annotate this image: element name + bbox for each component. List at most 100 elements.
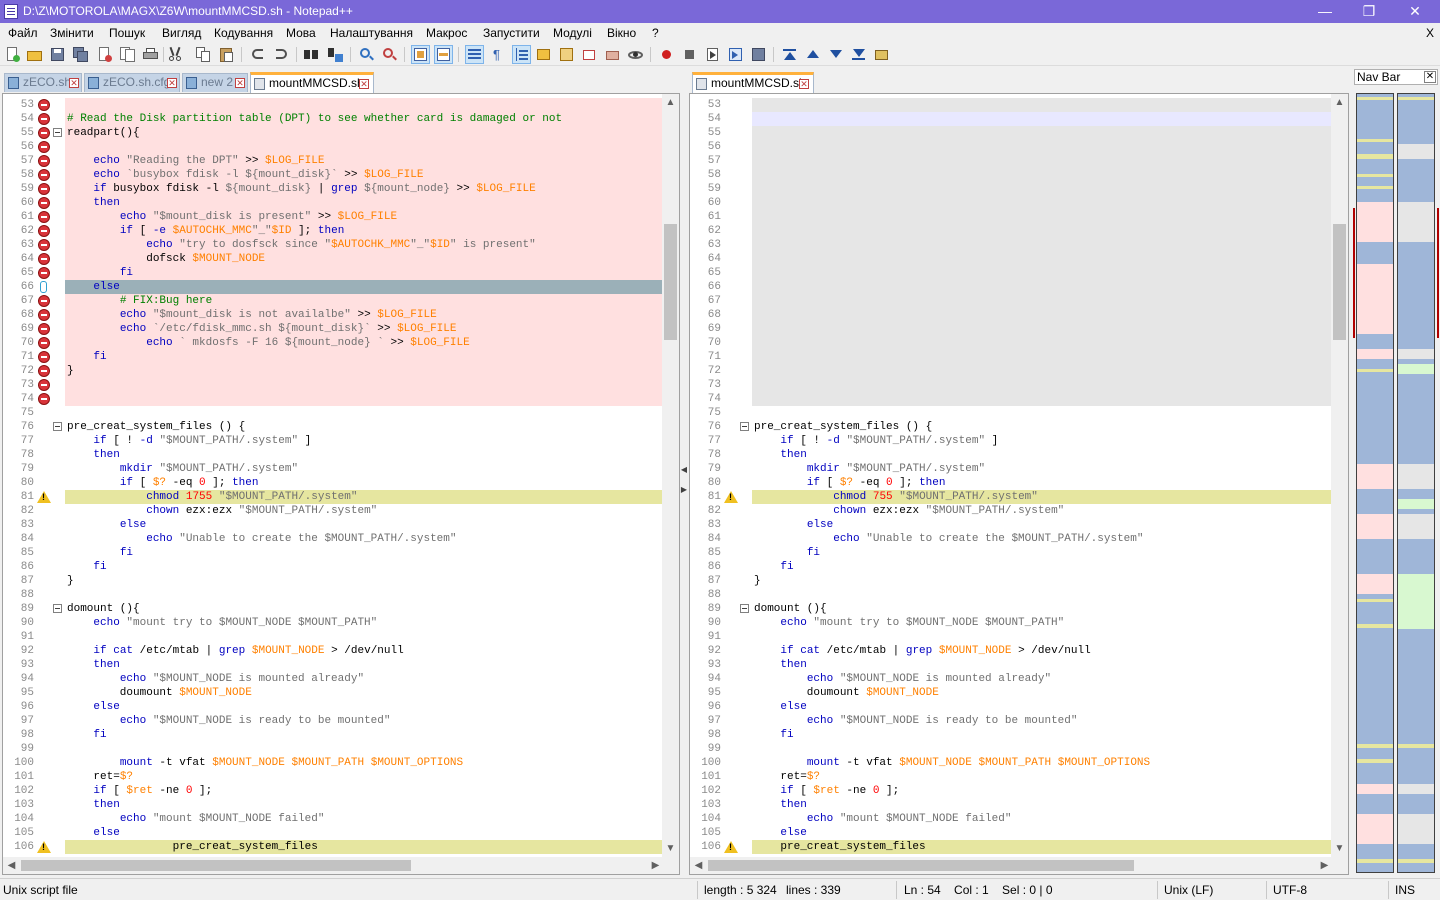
function-list-icon[interactable] <box>558 46 575 63</box>
code-line[interactable]: echo "$MOUNT_NODE is mounted already" <box>752 672 1331 686</box>
code-line[interactable]: echo `/etc/fdisk_mmc.sh ${mount_disk}` >… <box>65 322 662 336</box>
right-horizontal-scrollbar[interactable]: ◀ ▶ <box>690 857 1333 874</box>
code-line[interactable] <box>65 406 662 420</box>
menu-view[interactable]: Вигляд <box>162 26 201 40</box>
tab-zeco-sh[interactable]: zECO.sh ✕ <box>4 73 82 92</box>
word-wrap-icon[interactable] <box>465 45 484 64</box>
encoding-label[interactable]: UTF-8 <box>1273 883 1307 897</box>
record-macro-icon[interactable] <box>658 46 675 63</box>
left-vertical-scrollbar[interactable]: ▲ ▼ <box>662 94 679 874</box>
right-vertical-scrollbar[interactable]: ▲ ▼ <box>1331 94 1348 874</box>
code-line[interactable]: echo "$MOUNT_NODE is ready to be mounted… <box>65 714 662 728</box>
scroll-down-icon[interactable]: ▼ <box>662 840 679 857</box>
user-defined-language-icon[interactable] <box>535 46 552 63</box>
close-window-button[interactable]: ✕ <box>1392 0 1438 23</box>
code-line[interactable]: echo "Reading the DPT" >> $LOG_FILE <box>65 154 662 168</box>
code-line[interactable]: echo "mount try to $MOUNT_NODE $MOUNT_PA… <box>65 616 662 630</box>
code-line[interactable]: # Read the Disk partition table (DPT) to… <box>65 112 662 126</box>
right-editor-pane[interactable]: 53 54 55 56 57 58 59 60 61 62 63 64 65 66 67 68 69 70 71 72… <box>689 93 1349 875</box>
menu-edit[interactable]: Змінити <box>50 26 94 40</box>
scroll-thumb[interactable] <box>21 860 411 871</box>
tab-new-2[interactable]: new 2 ✕ <box>182 73 248 92</box>
code-line[interactable]: mkdir "$MOUNT_PATH/.system" <box>65 462 662 476</box>
save-all-icon[interactable] <box>72 46 89 63</box>
copy-icon[interactable] <box>195 46 212 63</box>
code-line[interactable]: chown ezx:ezx "$MOUNT_PATH/.system" <box>65 504 662 518</box>
code-line[interactable]: if cat /etc/mtab | grep $MOUNT_NODE > /d… <box>752 644 1331 658</box>
code-line[interactable]: ret=$? <box>65 770 662 784</box>
code-line[interactable] <box>752 350 1331 364</box>
code-line[interactable] <box>752 266 1331 280</box>
close-file-icon[interactable] <box>96 46 113 63</box>
code-line[interactable]: if [ $ret -ne 0 ]; <box>752 784 1331 798</box>
code-line[interactable]: then <box>752 448 1331 462</box>
code-line[interactable]: then <box>65 798 662 812</box>
splitter-arrow-left-icon[interactable]: ◀ <box>680 465 688 474</box>
code-line[interactable]: fi <box>65 560 662 574</box>
compare-last-icon[interactable] <box>850 46 867 63</box>
code-line[interactable] <box>752 182 1331 196</box>
code-line[interactable]: pre_creat_system_files <box>752 840 1331 854</box>
maximize-button[interactable]: ❐ <box>1346 0 1392 23</box>
scroll-up-icon[interactable]: ▲ <box>1331 94 1348 111</box>
code-line[interactable]: fi <box>752 546 1331 560</box>
scroll-right-icon[interactable]: ▶ <box>1316 857 1333 874</box>
code-line[interactable]: then <box>65 196 662 210</box>
code-line[interactable]: echo "$mount_disk is present" >> $LOG_FI… <box>65 210 662 224</box>
code-line[interactable]: fi <box>65 728 662 742</box>
code-line[interactable]: chmod 1755 "$MOUNT_PATH/.system" <box>65 490 662 504</box>
close-tab-icon[interactable]: ✕ <box>235 78 245 88</box>
code-line[interactable]: echo "mount try to $MOUNT_NODE $MOUNT_PA… <box>752 616 1331 630</box>
menu-language[interactable]: Мова <box>286 26 316 40</box>
code-line[interactable] <box>752 336 1331 350</box>
minimize-button[interactable]: — <box>1302 0 1348 23</box>
zoom-in-icon[interactable] <box>358 46 375 63</box>
code-line[interactable] <box>752 238 1331 252</box>
compare-previous-icon[interactable] <box>804 46 821 63</box>
code-line[interactable]: fi <box>752 728 1331 742</box>
undo-icon[interactable] <box>249 46 266 63</box>
code-line[interactable] <box>752 742 1331 756</box>
code-line[interactable]: echo "try to dosfsck since "$AUTOCHK_MMC… <box>65 238 662 252</box>
code-line[interactable] <box>752 168 1331 182</box>
code-line[interactable]: fi <box>752 560 1331 574</box>
menu-macro[interactable]: Макрос <box>426 26 467 40</box>
code-line[interactable]: echo "$MOUNT_NODE is ready to be mounted… <box>752 714 1331 728</box>
scroll-right-icon[interactable]: ▶ <box>647 857 664 874</box>
eol-format-label[interactable]: Unix (LF) <box>1164 883 1213 897</box>
code-line[interactable] <box>752 224 1331 238</box>
close-tab-icon[interactable]: ✕ <box>799 79 809 89</box>
code-line[interactable]: echo "mount $MOUNT_NODE failed" <box>65 812 662 826</box>
code-line[interactable]: then <box>65 448 662 462</box>
menu-encoding[interactable]: Кодування <box>214 26 273 40</box>
code-line[interactable]: if [ $ret -ne 0 ]; <box>65 784 662 798</box>
play-macro-icon[interactable] <box>704 46 721 63</box>
code-line[interactable]: then <box>65 658 662 672</box>
code-line[interactable]: domount (){ <box>752 602 1331 616</box>
fold-toggle-icon[interactable] <box>53 604 62 613</box>
menu-search[interactable]: Пошук <box>109 26 145 40</box>
code-line[interactable]: echo `busybox fdisk -l ${mount_disk}` >>… <box>65 168 662 182</box>
zoom-out-icon[interactable] <box>381 46 398 63</box>
code-line[interactable]: echo ` mkdosfs -F 16 ${mount_node} ` >> … <box>65 336 662 350</box>
splitter-arrow-right-icon[interactable]: ▶ <box>680 485 688 494</box>
code-line[interactable] <box>65 378 662 392</box>
redo-icon[interactable] <box>273 46 290 63</box>
menu-window[interactable]: Вікно <box>607 26 636 40</box>
scroll-thumb[interactable] <box>1333 224 1346 340</box>
code-line[interactable] <box>752 126 1331 140</box>
code-line[interactable]: if [ -e $AUTOCHK_MMC"_"$ID ]; then <box>65 224 662 238</box>
code-line[interactable]: } <box>65 364 662 378</box>
code-line[interactable]: echo "$MOUNT_NODE is mounted already" <box>65 672 662 686</box>
compare-first-icon[interactable] <box>781 46 798 63</box>
tab-mountmmcsd-sh[interactable]: mountMMCSD.sh ✕ <box>250 72 374 93</box>
code-line[interactable]: pre_creat_system_files <box>65 840 662 854</box>
show-all-characters-icon[interactable]: ¶ <box>489 46 506 63</box>
code-line[interactable]: chown ezx:ezx "$MOUNT_PATH/.system" <box>752 504 1331 518</box>
code-line[interactable]: mount -t vfat $MOUNT_NODE $MOUNT_PATH $M… <box>752 756 1331 770</box>
code-line[interactable]: if [ $? -eq 0 ]; then <box>752 476 1331 490</box>
menu-file[interactable]: Файл <box>8 26 38 40</box>
code-line[interactable] <box>65 98 662 112</box>
menu-run[interactable]: Запустити <box>483 26 540 40</box>
save-icon[interactable] <box>49 46 66 63</box>
